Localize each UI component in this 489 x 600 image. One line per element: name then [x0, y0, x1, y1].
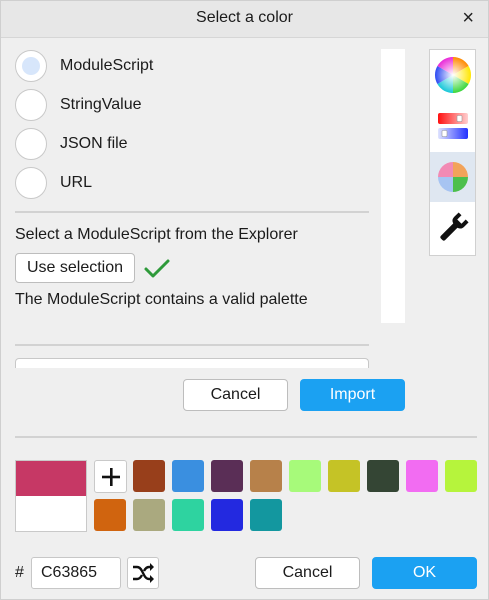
- color-picker-window: Select a color × ModuleScript StringValu…: [0, 0, 489, 600]
- color-swatch[interactable]: [211, 460, 243, 492]
- color-swatch[interactable]: [406, 460, 438, 492]
- import-button[interactable]: Import: [300, 379, 405, 411]
- color-swatch[interactable]: [133, 499, 165, 531]
- checkmark-icon: [144, 259, 170, 278]
- cancel-import-button[interactable]: Cancel: [183, 379, 288, 411]
- radio-label: URL: [60, 174, 93, 191]
- validation-status: The ModuleScript contains a valid palett…: [15, 291, 308, 308]
- mode-color-sliders[interactable]: [430, 101, 475, 151]
- palette-divider: [15, 436, 477, 438]
- current-color-preview: [16, 461, 86, 496]
- cancel-button[interactable]: Cancel: [255, 557, 360, 589]
- hex-prefix: #: [15, 564, 24, 581]
- title-bar: Select a color ×: [1, 1, 488, 38]
- color-sliders-icon: [437, 113, 468, 139]
- section-divider: [15, 211, 369, 213]
- radio-label: JSON file: [60, 135, 128, 152]
- radio-option-url[interactable]: URL: [15, 166, 92, 200]
- mode-selector: [429, 49, 476, 256]
- palette-icon: [437, 162, 468, 192]
- radio-option-json-file[interactable]: JSON file: [15, 127, 128, 161]
- add-color-button[interactable]: [94, 460, 127, 493]
- color-swatch[interactable]: [367, 460, 399, 492]
- radio-label: StringValue: [60, 96, 142, 113]
- radio-button[interactable]: [15, 167, 47, 199]
- color-wheel-icon: [434, 56, 471, 94]
- import-text-field[interactable]: [15, 358, 369, 368]
- radio-option-modulescript[interactable]: ModuleScript: [15, 49, 153, 83]
- radio-button[interactable]: [15, 89, 47, 121]
- mode-palette[interactable]: [430, 152, 475, 202]
- color-swatch[interactable]: [172, 499, 204, 531]
- hex-input[interactable]: [31, 557, 121, 589]
- radio-option-stringvalue[interactable]: StringValue: [15, 88, 142, 122]
- radio-button[interactable]: [15, 128, 47, 160]
- mode-color-wheel[interactable]: [430, 50, 475, 100]
- close-icon[interactable]: ×: [462, 8, 474, 28]
- plus-icon: [101, 467, 120, 486]
- color-swatch[interactable]: [172, 460, 204, 492]
- color-swatch[interactable]: [133, 460, 165, 492]
- color-swatch[interactable]: [250, 499, 282, 531]
- color-swatch[interactable]: [250, 460, 282, 492]
- radio-button[interactable]: [15, 50, 47, 82]
- shuffle-icon: [133, 563, 154, 583]
- color-swatch[interactable]: [328, 460, 360, 492]
- mode-tools[interactable]: [430, 203, 475, 253]
- radio-label: ModuleScript: [60, 57, 154, 74]
- use-selection-button[interactable]: Use selection: [15, 253, 135, 283]
- random-color-button[interactable]: [127, 557, 159, 589]
- module-instruction: Select a ModuleScript from the Explorer: [15, 226, 298, 243]
- color-swatch[interactable]: [94, 499, 126, 531]
- window-title: Select a color: [196, 9, 293, 26]
- wrench-icon: [439, 212, 469, 241]
- color-swatch[interactable]: [211, 499, 243, 531]
- ok-button[interactable]: OK: [372, 557, 477, 589]
- color-preview: [15, 460, 87, 532]
- section-divider: [15, 344, 369, 346]
- color-swatch[interactable]: [289, 460, 321, 492]
- palette-list-scroll[interactable]: [381, 49, 405, 323]
- color-swatch[interactable]: [445, 460, 477, 492]
- previous-color-preview: [16, 496, 86, 531]
